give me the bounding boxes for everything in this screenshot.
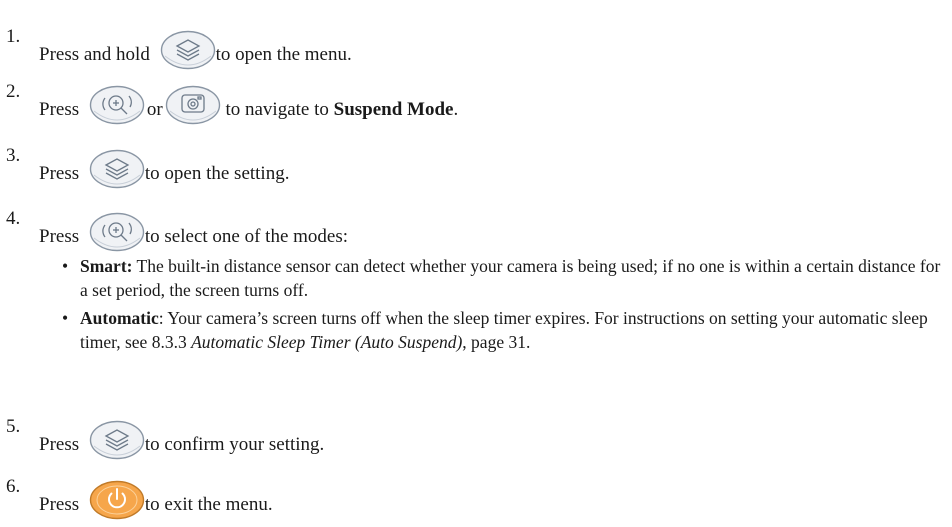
cross-reference: Automatic Sleep Timer (Auto Suspend) [191, 332, 463, 352]
zoom-in-icon [89, 212, 145, 252]
step-text-before: Press [39, 163, 80, 184]
mode-name: Automatic [80, 308, 159, 328]
step-text-after: to open the setting. [144, 163, 290, 184]
step-text-before: Press and hold [39, 44, 150, 65]
step-text: Press to exit the menu. [39, 476, 273, 516]
step-text: Press or to navigate to Suspend Mode. [39, 81, 458, 121]
step-text-before: Press [39, 226, 80, 247]
power-icon [89, 480, 145, 520]
setting-name: Suspend Mode [333, 99, 454, 120]
step-text-after: to confirm your setting. [144, 434, 325, 455]
step-text-end: . [453, 99, 459, 120]
bullet: • [62, 256, 69, 276]
list-item-automatic: • Automatic: Your camera’s screen turns … [62, 306, 942, 354]
step-text-after: to open the menu. [215, 44, 352, 65]
step-number: 5. [6, 416, 21, 437]
step-text-before: Press [39, 99, 80, 120]
list-item-smart: • Smart: The built-in distance sensor ca… [62, 254, 942, 302]
mode-name: Smart: [80, 256, 133, 276]
mode-description: The built-in distance sensor can detect … [80, 256, 941, 300]
step-number: 1. [6, 26, 21, 47]
zoom-in-icon [89, 85, 145, 125]
step-number: 6. [6, 476, 21, 497]
step-number: 3. [6, 145, 21, 166]
step-text-after: to navigate to [225, 99, 329, 120]
step-text: Press to select one of the modes: [39, 208, 348, 248]
layers-icon [89, 149, 145, 189]
mode-list: • Smart: The built-in distance sensor ca… [62, 254, 942, 358]
layers-icon [89, 420, 145, 460]
step-number: 2. [6, 81, 21, 102]
step-text-or: or [146, 99, 163, 120]
step-text-after: to exit the menu. [144, 494, 273, 515]
bullet: • [62, 308, 69, 328]
step-number: 4. [6, 208, 21, 229]
step-text-after: to select one of the modes: [144, 226, 349, 247]
mode-description-end: , page 31. [462, 332, 531, 352]
step-text: Press to open the setting. [39, 145, 289, 185]
step-text-before: Press [39, 434, 80, 455]
step-text-before: Press [39, 494, 80, 515]
step-text: Press and hold to open the menu. [39, 26, 352, 66]
camera-icon [165, 85, 221, 125]
step-text: Press to confirm your setting. [39, 416, 324, 456]
layers-icon [160, 30, 216, 70]
